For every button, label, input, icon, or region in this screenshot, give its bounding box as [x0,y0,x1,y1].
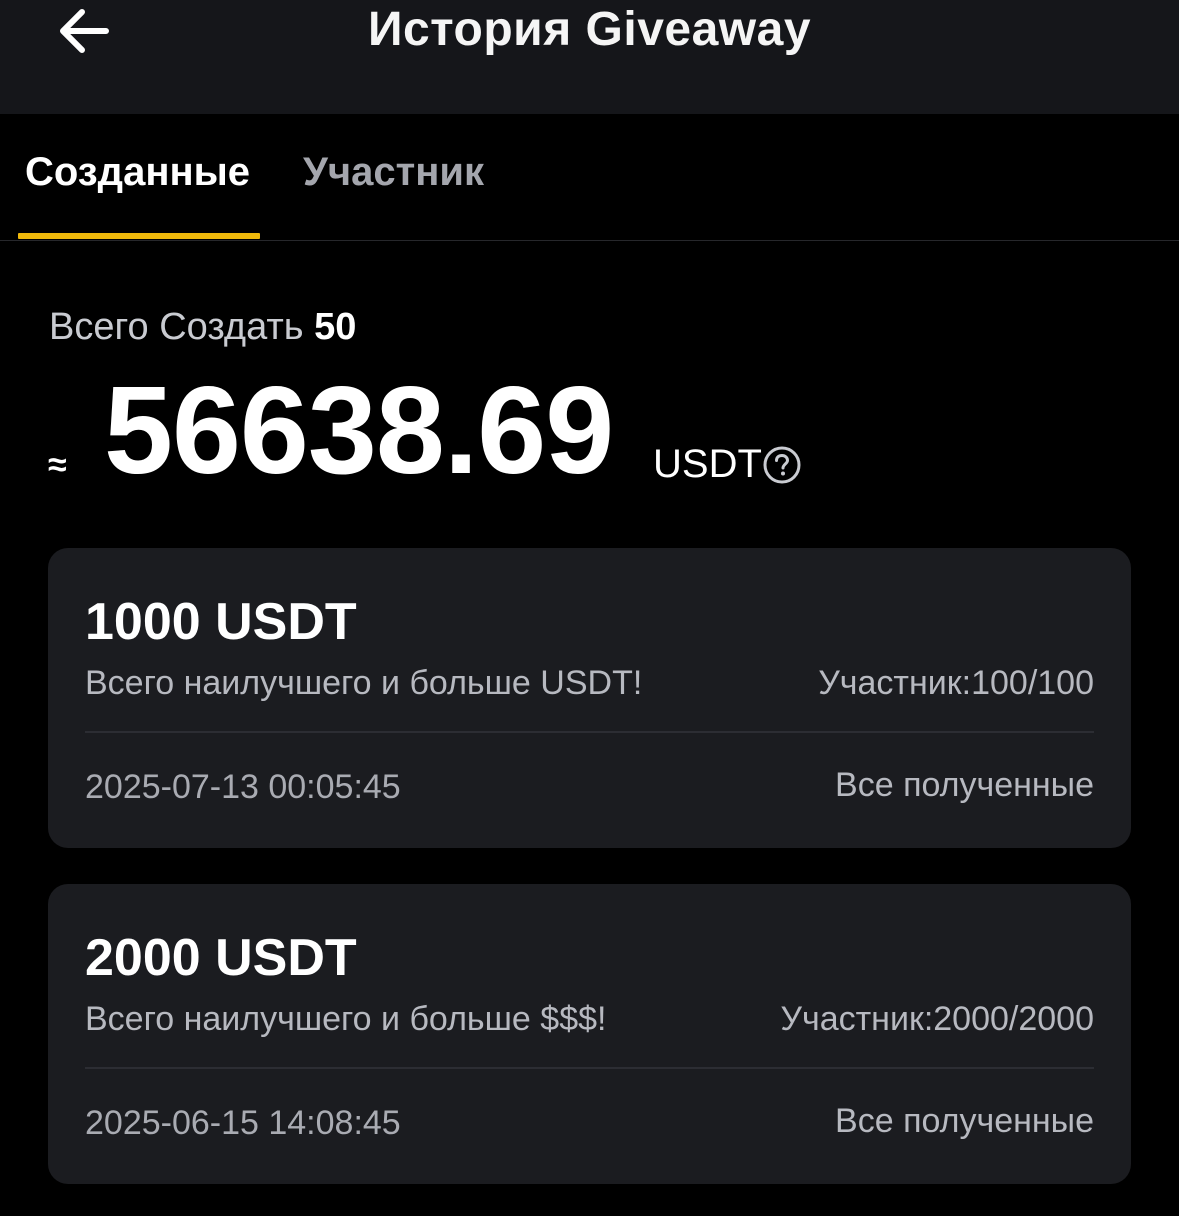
approx-symbol: ≈ [48,446,67,484]
giveaway-date: 2025-06-15 14:08:45 [85,1104,401,1142]
total-created-line: Всего Создать 50 [49,306,356,349]
giveaway-status: Все полученные [835,1102,1094,1140]
giveaway-date: 2025-07-13 00:05:45 [85,768,401,806]
total-amount-unit: USDT [653,442,762,486]
tab-bar: Созданные Участник [0,114,1179,241]
total-created-label: Всего Создать [49,306,304,348]
active-tab-indicator [18,233,260,239]
giveaway-description: Всего наилучшего и больше USDT! [85,664,643,702]
giveaway-amount: 2000 USDT [85,929,357,987]
card-divider [85,731,1094,733]
giveaway-card[interactable]: 1000 USDT Всего наилучшего и больше USDT… [48,548,1131,848]
giveaway-description: Всего наилучшего и больше $$$! [85,1000,607,1038]
giveaway-participants: Участник:100/100 [818,664,1094,702]
total-created-count: 50 [314,306,357,348]
giveaway-participants: Участник:2000/2000 [780,1000,1094,1038]
giveaway-amount: 1000 USDT [85,593,357,651]
question-circle-icon[interactable] [762,445,802,485]
giveaway-card[interactable]: 2000 USDT Всего наилучшего и больше $$$!… [48,884,1131,1184]
tab-participant[interactable]: Участник [303,150,484,195]
giveaway-status: Все полученные [835,766,1094,804]
total-amount-value: 56638.69 [104,362,614,500]
tab-created[interactable]: Созданные [25,150,250,195]
page-title: История Giveaway [367,3,812,56]
top-header: История Giveaway [0,0,1179,114]
card-divider [85,1067,1094,1069]
total-amount-row: ≈ 56638.69 USDT [48,366,948,502]
